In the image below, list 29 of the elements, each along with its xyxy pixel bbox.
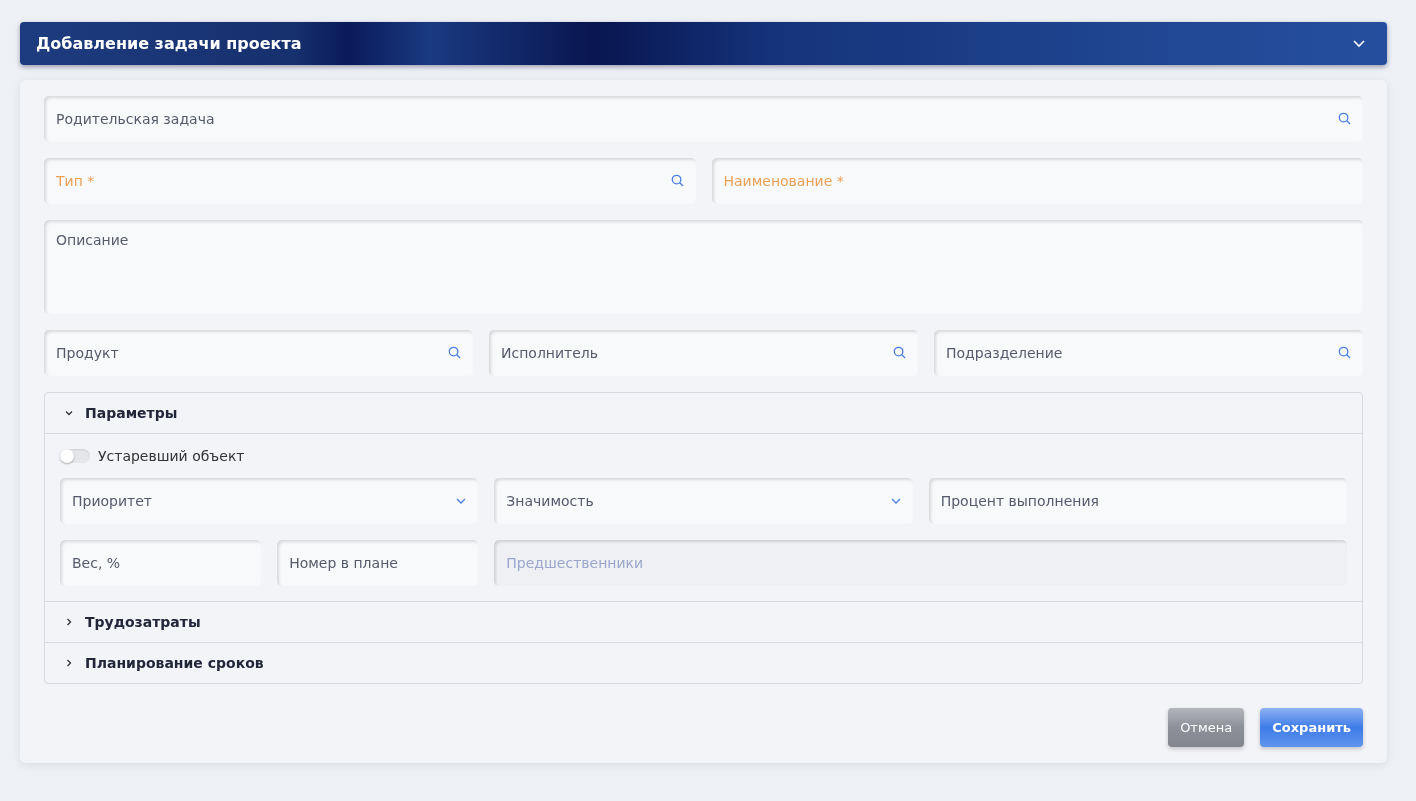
search-icon[interactable] xyxy=(1338,346,1351,359)
toggle-switch[interactable] xyxy=(60,449,90,463)
chevron-down-icon[interactable] xyxy=(456,498,467,504)
lookup-field[interactable]: Продукт xyxy=(44,330,473,376)
chevron-down-icon xyxy=(65,409,73,417)
chevron-down-icon[interactable] xyxy=(890,498,901,504)
search-icon[interactable] xyxy=(670,174,684,187)
search-icon[interactable] xyxy=(893,346,906,359)
search-icon[interactable] xyxy=(448,346,461,359)
search-icon[interactable] xyxy=(1338,112,1351,125)
select-field[interactable]: Приоритет xyxy=(60,478,479,524)
description-field[interactable]: Описание xyxy=(44,220,1363,314)
select-field[interactable]: Значимость xyxy=(494,478,913,524)
chevron-right-icon xyxy=(65,618,73,626)
chevron-right-icon xyxy=(65,659,73,667)
section-header[interactable]: Параметры xyxy=(45,393,1362,434)
lookup-field[interactable]: Исполнитель xyxy=(489,330,918,376)
section-header[interactable]: Трудозатраты xyxy=(45,601,1362,642)
text-field[interactable]: Процент выполнения xyxy=(928,478,1347,524)
text-field[interactable]: Вес, % xyxy=(60,540,262,586)
lookup-field[interactable]: Родительская задача xyxy=(44,96,1363,142)
toggle-label: Устаревший объект xyxy=(98,448,245,464)
text-field[interactable]: Наименование * xyxy=(711,158,1363,204)
section-header[interactable]: Планирование сроков xyxy=(45,642,1362,683)
lookup-field[interactable]: Тип * xyxy=(44,158,696,204)
text-field[interactable]: Номер в плане xyxy=(277,540,479,586)
save-button[interactable]: Сохранить xyxy=(1260,708,1363,747)
form-title: Добавление задачи проекта xyxy=(36,34,302,53)
lookup-field[interactable]: Подразделение xyxy=(934,330,1363,376)
